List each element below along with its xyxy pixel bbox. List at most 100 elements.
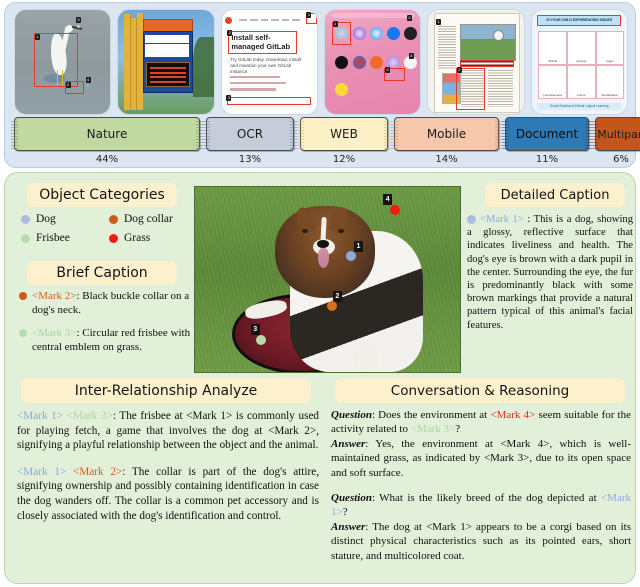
dog-tongue (317, 248, 329, 269)
soccer-ball-icon (493, 29, 505, 41)
object-category-label: Grass (124, 232, 151, 244)
category-banner-multipanel[interactable]: Multipanel (592, 117, 640, 151)
category-label: Document (515, 127, 579, 141)
mark-label-4: 4 (408, 52, 414, 59)
app-icon-viber (352, 26, 366, 40)
category-label: Mobile (426, 127, 467, 141)
marquee-line-2 (150, 71, 186, 74)
mark-ref: <Mark 3> (410, 423, 456, 436)
app-icon-tiktok (335, 55, 349, 69)
legend-dot-icon (19, 292, 27, 300)
inter-relationship-entry: <Mark 1> <Mark 3>: The frisbee at <Mark … (17, 409, 319, 453)
annotated-dog-image[interactable]: 4 1 2 3 (194, 186, 461, 373)
image-mark-label: 2 (332, 290, 342, 302)
sign-text-zoo (145, 44, 189, 57)
detailed-caption-body: <Mark 1> : This is a dog, showing a glos… (467, 213, 633, 332)
annotation-box-bottom (227, 97, 312, 105)
image-mark-label: 4 (383, 194, 393, 206)
nav-item-5 (281, 18, 290, 21)
thumbnail-mobile[interactable]: 1 2 3 4 (323, 9, 422, 115)
mark-ref: <Mark 2> (32, 290, 77, 302)
annotation-box-1 (34, 32, 78, 87)
conversation-header: Conversation & Reasoning (335, 378, 625, 403)
panel-caption: Focus (577, 93, 586, 98)
mark-ref: <Mark 1> (480, 214, 524, 225)
panel-caption: Socialization (601, 93, 619, 98)
thumbnail-document[interactable]: 1 2 (427, 9, 525, 115)
object-categories-header: Object Categories (27, 183, 177, 207)
mark-ref: <Mark 4> (490, 409, 536, 421)
mark-label-2: 2 (456, 67, 462, 74)
status-bar (330, 13, 415, 19)
answer-text: : The dog at <Mark 1> appears to be a co… (331, 520, 631, 562)
mark-ref-a: <Mark 1> (17, 465, 67, 478)
brief-caption-body: <Mark 2>: Black buckle collar on a dog's… (19, 289, 199, 363)
marquee-line-3 (150, 76, 186, 79)
thumbnail-multipanel[interactable]: IS YOUR CHILD EXPERIENCING ISSUES ADHD A… (530, 9, 628, 115)
mark-ref-b: <Mark 3> (66, 410, 113, 422)
brief-caption-entry: <Mark 2>: Black buckle collar on a dog's… (19, 289, 199, 317)
panel-caption: ADHD (548, 59, 557, 64)
dog-eye-right (337, 228, 344, 234)
panel-caption: Anger (605, 59, 614, 64)
question-text-post: ? (342, 506, 348, 519)
category-banner-nature[interactable]: Nature (11, 117, 203, 151)
sign-marquee (145, 62, 190, 87)
app-icon-instagram (404, 26, 418, 40)
legend-dot-icon (109, 233, 118, 243)
image-mark-point (346, 250, 356, 261)
sign-text-brevard (145, 34, 189, 44)
panel-caption: Anxiety (576, 59, 587, 64)
category-banner-mobile[interactable]: Mobile (391, 117, 502, 151)
category-percent-ocr: 13% (238, 153, 262, 165)
marquee-line-4 (150, 80, 186, 83)
app-icon-facebook (386, 26, 400, 40)
legend-dot-icon (19, 329, 27, 337)
mark-label-1: 1 (332, 21, 338, 28)
answer-label: Answer (331, 520, 366, 533)
web-list-item-1 (230, 75, 280, 79)
mark-ref: <Mark 3> (32, 327, 77, 339)
category-banner-row: Nature 44% OCR 13% WEB 12% Mobile 14% Do… (11, 117, 640, 165)
gitlab-logo-icon (225, 17, 233, 25)
category-percent-multipanel: 6% (613, 153, 629, 165)
app-icon-photos (369, 55, 383, 69)
category-banner-web[interactable]: WEB (297, 117, 391, 151)
mark-ref-a: <Mark 1> (17, 410, 64, 422)
mark-dot-3 (76, 24, 80, 28)
panel-caption: Impulsiveness (543, 93, 563, 98)
image-mark-point (326, 300, 337, 311)
category-percent-document: 11% (535, 153, 559, 165)
thumbnail-web[interactable]: Install self-managed GitLab Try GitLab t… (220, 9, 318, 115)
news-column-left (437, 25, 456, 69)
figure-root: 1 2 3 4 Install self-managed GitLab Try … (0, 0, 640, 587)
mark-label-1: 1 (306, 12, 312, 19)
object-category-label: Dog (36, 213, 56, 225)
mark-label-3: 3 (226, 95, 232, 102)
panel-cell-impulsiveness: Impulsiveness (538, 65, 567, 100)
category-label: Multipanel (597, 127, 640, 141)
thumbnail-nature[interactable]: 1 2 3 4 (14, 9, 112, 115)
legend-dot-icon (109, 214, 118, 224)
panel-cell-focus: Focus (566, 65, 596, 100)
category-banner-document[interactable]: Document (502, 117, 592, 151)
object-category-label: Frisbee (36, 232, 70, 244)
news-column-right (487, 69, 514, 107)
detailed-caption-text: : This is a dog, showing a glossy, refle… (467, 214, 633, 331)
app-icon-messenger (369, 26, 383, 40)
thumbnail-ocr[interactable] (117, 9, 215, 115)
conversation-pair: Question: Does the environment at <Mark … (331, 408, 631, 480)
object-category-dog: Dog (21, 213, 109, 225)
news-photo (460, 23, 516, 62)
inter-relationship-entry: <Mark 1> <Mark 2>: The collar is part of… (17, 465, 319, 523)
legend-dot-icon (21, 214, 30, 224)
panel-cell-anger: Anger (595, 30, 625, 66)
object-categories-list: Dog Frisbee Dog collar Grass (21, 213, 196, 251)
detailed-caption-header: Detailed Caption (485, 183, 625, 207)
background-trees (192, 37, 214, 98)
brief-caption-text: <Mark 2>: Black buckle collar on a dog's… (32, 289, 199, 317)
question-text-pre: : Does the environment at (371, 409, 491, 421)
mark-ref-b: <Mark 2> (73, 465, 123, 478)
category-banner-ocr[interactable]: OCR (203, 117, 297, 151)
mark-label-3: 3 (76, 17, 81, 24)
